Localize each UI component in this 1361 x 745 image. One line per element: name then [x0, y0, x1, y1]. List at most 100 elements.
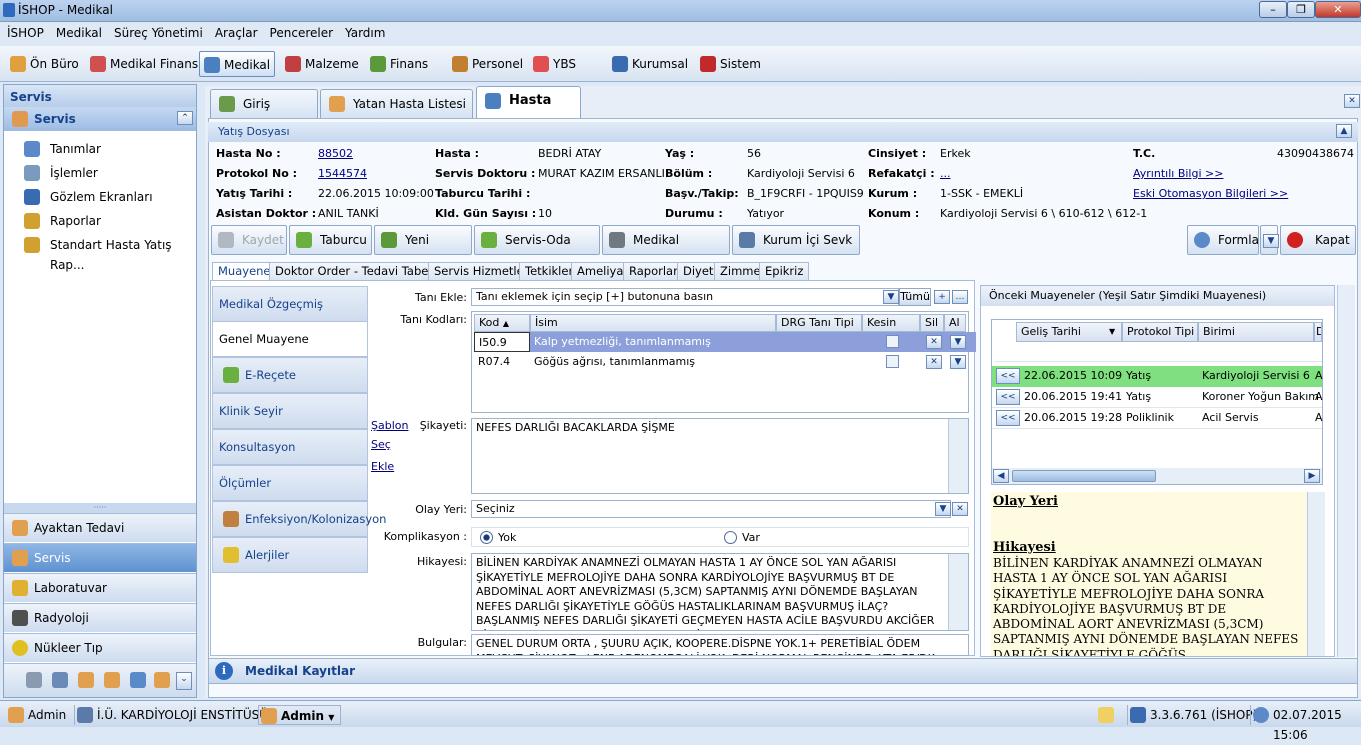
- menu-surec[interactable]: Süreç Yönetimi: [107, 22, 208, 40]
- radio-yok[interactable]: [480, 531, 493, 544]
- mail-icon[interactable]: [1098, 707, 1114, 723]
- menu-konsultasyon[interactable]: Konsultasyon: [212, 429, 368, 465]
- formlar-dropdown[interactable]: ▼: [1260, 225, 1279, 255]
- nav-servis[interactable]: Servis: [4, 543, 196, 572]
- maximize-button[interactable]: ❐: [1287, 1, 1315, 18]
- person-icon[interactable]: [154, 672, 170, 688]
- scrollbar[interactable]: [1307, 492, 1325, 656]
- menu-medikal-ozgecmis[interactable]: Medikal Özgeçmiş: [212, 286, 368, 322]
- delete-icon[interactable]: ✕: [926, 335, 942, 349]
- sidebar-group-servis[interactable]: Servis ⌃: [4, 107, 196, 131]
- col-sil[interactable]: Sil: [920, 314, 944, 332]
- menu-ishop[interactable]: İSHOP: [0, 22, 49, 40]
- nav-ayaktan-tedavi[interactable]: Ayaktan Tedavi: [4, 513, 196, 542]
- close-tab-icon[interactable]: ✕: [1344, 94, 1360, 108]
- tab-yatan-hasta-listesi[interactable]: Yatan Hasta Listesi: [320, 89, 473, 118]
- tab-giris-sayfasi[interactable]: Giriş Sayfası: [210, 89, 318, 139]
- filter-row[interactable]: [994, 344, 1322, 362]
- delete-icon[interactable]: ✕: [926, 355, 942, 369]
- toolbar-on-buro[interactable]: Ön Büro: [6, 51, 79, 77]
- tab-hasta-yatis[interactable]: Hasta Yatış: [476, 86, 581, 136]
- subtab-doktor-order[interactable]: Doktor Order - Tedavi Tabelası: [269, 262, 454, 280]
- scroll-left-icon[interactable]: ◀: [993, 469, 1009, 483]
- ayrintili-bilgi-link[interactable]: Ayrıntılı Bilgi >>: [1133, 167, 1223, 180]
- nav-nukleer-tip[interactable]: Nükleer Tıp: [4, 633, 196, 662]
- person-icon[interactable]: [130, 672, 146, 688]
- menu-alerjiler[interactable]: Alerjiler: [212, 537, 368, 573]
- col-al[interactable]: Al: [944, 314, 966, 332]
- collapse-section-icon[interactable]: ▲: [1336, 124, 1352, 138]
- medikal-kayitlar-bar[interactable]: i Medikal Kayıtlar: [208, 658, 1358, 684]
- refakatci-link[interactable]: ...: [940, 167, 951, 180]
- toolbar-medikal[interactable]: Medikal: [199, 51, 275, 77]
- table-row[interactable]: << 20.06.2015 19:28 Poliklinik Acil Serv…: [992, 408, 1323, 429]
- subtab-raporlar[interactable]: Raporlar: [623, 262, 684, 280]
- col-isim[interactable]: İsim: [530, 314, 776, 332]
- close-button[interactable]: ✕: [1315, 1, 1361, 18]
- menu-enfeksiyon[interactable]: Enfeksiyon/Kolonizasyon: [212, 501, 386, 537]
- toolbar-personel[interactable]: Personel: [448, 51, 523, 77]
- menu-pencereler[interactable]: Pencereler: [263, 22, 338, 40]
- chevron-down-icon[interactable]: ▼: [883, 290, 899, 304]
- gear-icon[interactable]: [52, 672, 68, 688]
- col-gelis-tarihi[interactable]: Geliş Tarihi ▼: [1016, 322, 1122, 342]
- eski-otomasyon-link[interactable]: Eski Otomasyon Bilgileri >>: [1133, 187, 1288, 200]
- menu-olcumler[interactable]: Ölçümler: [212, 465, 368, 501]
- scrollbar[interactable]: [948, 419, 968, 493]
- load-row-button[interactable]: <<: [996, 389, 1020, 405]
- toolbar-malzeme[interactable]: Malzeme: [281, 51, 359, 77]
- menu-e-recete[interactable]: E-Reçete: [212, 357, 368, 393]
- sidebar-item-standart-rapor[interactable]: Standart Hasta Yatış Rap...: [20, 235, 196, 272]
- col-drg[interactable]: DRG Tanı Tipi: [776, 314, 862, 332]
- menu-araclar[interactable]: Araçlar: [208, 22, 263, 40]
- table-row[interactable]: << 20.06.2015 19:41 Yatış Koroner Yoğun …: [992, 387, 1323, 408]
- hasta-no-link[interactable]: 88502: [318, 147, 353, 160]
- menu-yardim[interactable]: Yardım: [338, 22, 390, 40]
- toolbar-medikal-finans[interactable]: Medikal Finans: [86, 51, 198, 77]
- tani-ekle-select[interactable]: Tanı eklemek için seçip [+] butonuna bas…: [471, 288, 899, 306]
- menu-klinik-seyir[interactable]: Klinik Seyir: [212, 393, 368, 429]
- olay-yeri-select[interactable]: Seçiniz ▼: [471, 500, 951, 518]
- col-birimi[interactable]: Birimi: [1198, 322, 1314, 342]
- table-row[interactable]: I50.9 Kalp yetmezliği, tanımlanmamış ✕ ▼: [474, 332, 976, 352]
- kaydet-button[interactable]: Kaydet: [211, 225, 287, 255]
- more-icon[interactable]: …: [952, 290, 968, 304]
- scroll-right-icon[interactable]: ▶: [1304, 469, 1320, 483]
- ekle-link[interactable]: Ekle: [371, 460, 394, 473]
- taburcu-button[interactable]: Taburcu: [289, 225, 372, 255]
- tumu-button[interactable]: Tümü: [899, 288, 931, 306]
- person-icon[interactable]: [104, 672, 120, 688]
- bulgular-textarea[interactable]: GENEL DURUM ORTA , ŞUURU AÇIK, KOOPERE.D…: [471, 634, 969, 656]
- col-protokol-tipi[interactable]: Protokol Tipi: [1122, 322, 1198, 342]
- toolbar-sistem[interactable]: Sistem: [696, 51, 761, 77]
- medikal-fotograflar-button[interactable]: Medikal Fotoğraflar: [602, 225, 730, 275]
- servis-oda-degistir-button[interactable]: Servis-Oda Değiştir: [474, 225, 600, 275]
- col-kesin-tani[interactable]: Kesin Tanı: [862, 314, 920, 345]
- sec-link[interactable]: Seç: [371, 438, 391, 451]
- load-row-button[interactable]: <<: [996, 368, 1020, 384]
- collapse-icon[interactable]: ⌃: [177, 111, 193, 125]
- table-row[interactable]: R07.4 Göğüs ağrısı, tanımlanmamış ✕ ▼: [474, 352, 966, 372]
- sidebar-item-raporlar[interactable]: Raporlar: [20, 211, 101, 231]
- radio-var[interactable]: [724, 531, 737, 544]
- subtab-muayene[interactable]: Muayene: [212, 262, 277, 280]
- kesin-tani-checkbox[interactable]: [886, 355, 899, 368]
- formlar-button[interactable]: Formlar: [1187, 225, 1264, 255]
- subtab-epikriz[interactable]: Epikriz: [759, 262, 810, 280]
- person-icon[interactable]: [78, 672, 94, 688]
- status-admin-menu[interactable]: Admin ▼: [258, 705, 342, 725]
- toolbar-finans[interactable]: Finans: [366, 51, 428, 77]
- splitter[interactable]: ·····: [4, 503, 196, 513]
- sikayet-textarea[interactable]: NEFES DARLIĞI BACAKLARDA ŞİŞME: [471, 418, 969, 494]
- menu-medikal[interactable]: Medikal: [49, 22, 107, 40]
- nav-radyoloji[interactable]: Radyoloji: [4, 603, 196, 632]
- microscope-icon[interactable]: [26, 672, 42, 688]
- minimize-button[interactable]: –: [1259, 1, 1287, 18]
- protokol-link[interactable]: 1544574: [318, 167, 367, 180]
- kesin-tani-checkbox[interactable]: [886, 335, 899, 348]
- nav-laboratuvar[interactable]: Laboratuvar: [4, 573, 196, 602]
- panel-scrollbar[interactable]: [1337, 285, 1355, 657]
- scroll-thumb[interactable]: [1012, 470, 1156, 482]
- kurum-ici-sevk-button[interactable]: Kurum İçi Sevk: [732, 225, 860, 255]
- chevron-down-icon[interactable]: ▼: [950, 335, 966, 349]
